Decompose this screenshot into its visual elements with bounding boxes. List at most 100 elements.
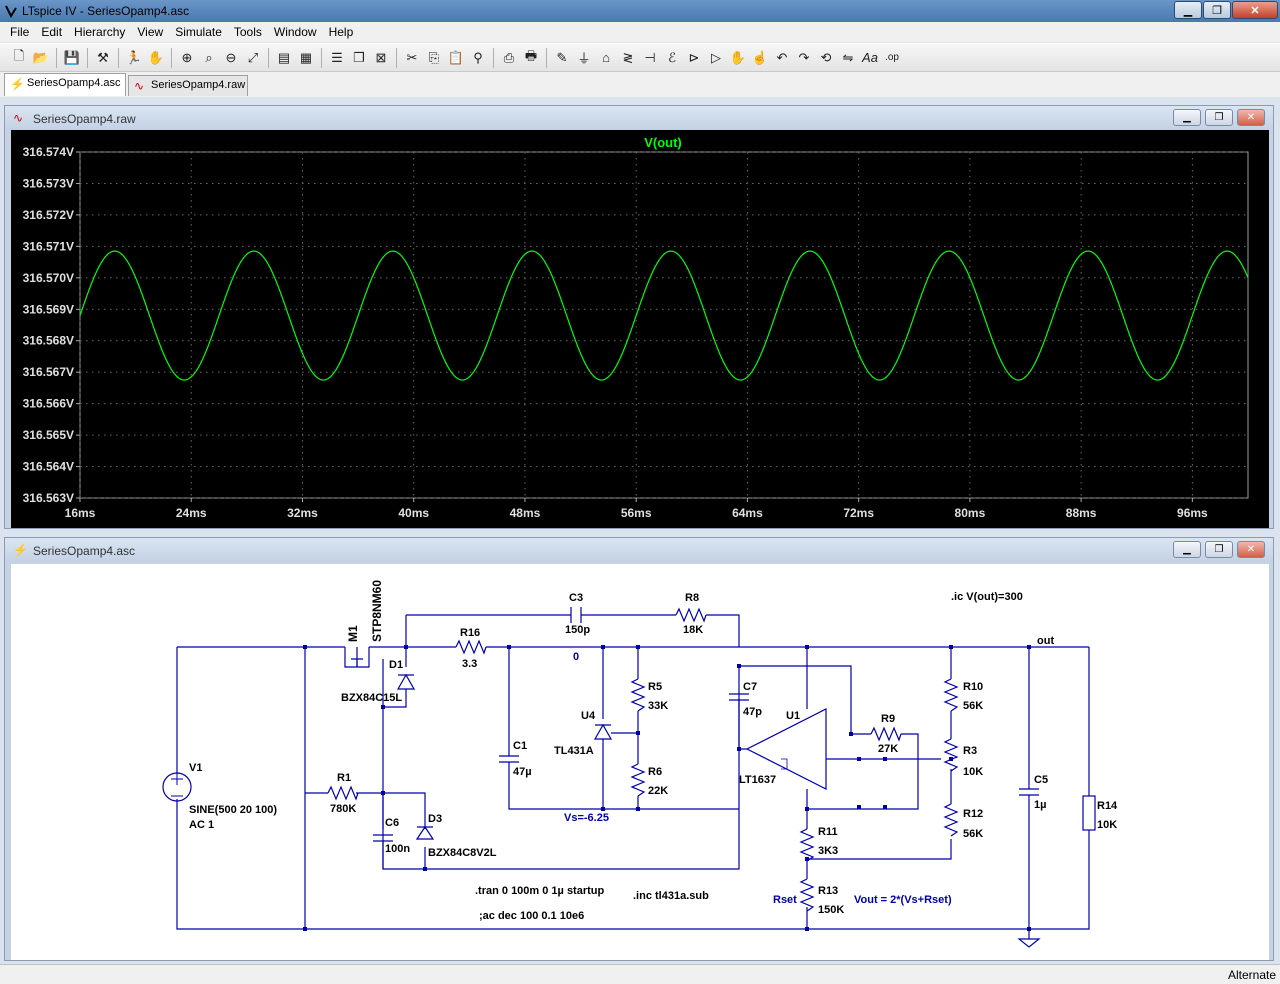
d3-label: D3 — [428, 813, 442, 825]
menu-tools[interactable]: Tools — [228, 25, 268, 39]
c5-capacitor-symbol[interactable] — [1019, 788, 1039, 796]
schematic-window: ⚡ SeriesOpamp4.asc ▁ ❐ ✕ .ic V(out)=300 … — [4, 537, 1274, 961]
print-icon[interactable]: 🖶 — [520, 47, 542, 69]
r8-value: 18K — [683, 624, 703, 636]
menu-view[interactable]: View — [131, 25, 169, 39]
tile-horizontal-icon[interactable]: ☰ — [326, 47, 348, 69]
minimize-button[interactable]: ▁ — [1174, 1, 1202, 19]
close-button[interactable]: ✕ — [1232, 1, 1278, 19]
control-panel-icon[interactable]: ⚒ — [92, 47, 114, 69]
open-icon[interactable]: 📂 — [30, 47, 52, 69]
trace-vout[interactable] — [79, 250, 1249, 381]
move-icon[interactable]: ✋ — [727, 47, 749, 69]
r16-resistor-symbol[interactable] — [455, 639, 487, 655]
r12-resistor-symbol[interactable] — [943, 803, 959, 837]
new-schematic-icon[interactable]: 🗋 — [8, 47, 30, 69]
save-icon[interactable]: 💾 — [61, 47, 83, 69]
menu-file[interactable]: File — [4, 25, 35, 39]
label-net-icon[interactable]: ⌂ — [595, 47, 617, 69]
schematic-close-button[interactable]: ✕ — [1237, 541, 1265, 558]
wire-icon[interactable]: ✎ — [551, 47, 573, 69]
run-icon[interactable]: 🏃 — [123, 47, 145, 69]
c3-capacitor-symbol[interactable] — [570, 607, 582, 623]
schematic-minimize-button[interactable]: ▁ — [1173, 541, 1201, 558]
y-tick-label: 316.565V — [23, 428, 74, 442]
tab-waveform[interactable]: ∿ SeriesOpamp4.raw — [128, 75, 248, 96]
print-setup-icon[interactable]: ⎙ — [498, 47, 520, 69]
ground-icon[interactable]: ⏚ — [573, 47, 595, 69]
capacitor-icon[interactable]: ⊣ — [639, 47, 661, 69]
delete-traces-icon[interactable]: ▦ — [295, 47, 317, 69]
paste-icon[interactable]: 📋 — [445, 47, 467, 69]
mirror-icon[interactable]: ⇋ — [837, 47, 859, 69]
menu-help[interactable]: Help — [323, 25, 360, 39]
waveform-minimize-button[interactable]: ▁ — [1173, 109, 1201, 126]
maximize-button[interactable]: ❐ — [1203, 1, 1231, 19]
rotate-icon[interactable]: ⟲ — [815, 47, 837, 69]
r6-resistor-symbol[interactable] — [630, 763, 646, 797]
tab-schematic[interactable]: ⚡ SeriesOpamp4.asc — [4, 73, 126, 96]
u4-tl431-symbol[interactable] — [593, 723, 613, 740]
ac-comment[interactable]: ;ac dec 100 0.1 10e6 — [479, 910, 584, 922]
tab-strip: ⚡ SeriesOpamp4.asc ∿ SeriesOpamp4.raw — [0, 72, 1280, 97]
redo-icon[interactable]: ↷ — [793, 47, 815, 69]
zoom-rect-icon[interactable]: ⌕ — [198, 47, 220, 69]
zoom-fit-icon[interactable]: ⤢ — [242, 47, 264, 69]
trace-label[interactable]: V(out) — [644, 135, 682, 150]
cut-icon[interactable]: ✂ — [401, 47, 423, 69]
waveform-close-button[interactable]: ✕ — [1237, 109, 1265, 126]
c5-value: 1µ — [1034, 799, 1046, 811]
c3-value: 150p — [565, 624, 590, 636]
r9-label: R9 — [881, 713, 895, 725]
c5-label: C5 — [1034, 774, 1048, 786]
menu-window[interactable]: Window — [268, 25, 323, 39]
schematic-restore-button[interactable]: ❐ — [1205, 541, 1233, 558]
waveform-window-titlebar: ∿ SeriesOpamp4.raw ▁ ❐ ✕ — [5, 106, 1273, 130]
r8-resistor-symbol[interactable] — [675, 607, 707, 623]
r1-resistor-symbol[interactable] — [327, 785, 359, 801]
r14-resistor-symbol[interactable] — [1082, 795, 1096, 831]
resistor-icon[interactable]: ≷ — [617, 47, 639, 69]
close-window-icon[interactable]: ⊠ — [370, 47, 392, 69]
spice-directive-icon[interactable]: .op — [881, 47, 903, 69]
r1-value: 780K — [330, 803, 356, 815]
r10-resistor-symbol[interactable] — [943, 678, 959, 712]
net-label-out[interactable]: out — [1037, 635, 1054, 647]
net-label-vs[interactable]: Vs=-6.25 — [564, 812, 609, 824]
inc-directive[interactable]: .inc tl431a.sub — [633, 890, 709, 902]
r11-resistor-symbol[interactable] — [799, 828, 815, 862]
menu-simulate[interactable]: Simulate — [169, 25, 228, 39]
comment-vout[interactable]: Vout = 2*(Vs+Rset) — [854, 894, 952, 906]
ic-directive[interactable]: .ic V(out)=300 — [951, 591, 1023, 603]
autorange-icon[interactable]: ▤ — [273, 47, 295, 69]
c1-value: 47µ — [513, 766, 532, 778]
inductor-icon[interactable]: ℰ — [661, 47, 683, 69]
r13-resistor-symbol[interactable] — [799, 878, 815, 912]
waveform-plot[interactable]: 316.574V 316.573V 316.572V 316.571V 316.570V… — [11, 130, 1269, 528]
d1-diode-symbol[interactable] — [396, 673, 416, 690]
zoom-out-icon[interactable]: ⊖ — [220, 47, 242, 69]
menu-edit[interactable]: Edit — [35, 25, 68, 39]
find-icon[interactable]: ⚲ — [467, 47, 489, 69]
halt-icon[interactable]: ✋ — [145, 47, 167, 69]
menu-hierarchy[interactable]: Hierarchy — [68, 25, 131, 39]
cascade-icon[interactable]: ❐ — [348, 47, 370, 69]
r3-potentiometer-symbol[interactable] — [943, 738, 959, 772]
c1-capacitor-symbol[interactable] — [499, 755, 519, 763]
r5-resistor-symbol[interactable] — [630, 678, 646, 712]
diode-icon[interactable]: ⊳ — [683, 47, 705, 69]
r9-resistor-symbol[interactable] — [870, 726, 902, 742]
net-label-zero[interactable]: 0 — [573, 651, 579, 663]
tran-directive[interactable]: .tran 0 100m 0 1µ startup — [475, 885, 605, 897]
window-title: LTspice IV - SeriesOpamp4.asc — [22, 4, 190, 18]
copy-icon[interactable]: ⎘ — [423, 47, 445, 69]
waveform-restore-button[interactable]: ❐ — [1205, 109, 1233, 126]
component-icon[interactable]: ▷ — [705, 47, 727, 69]
schematic-canvas[interactable]: .ic V(out)=300 out M1 STP8NM60 D1 BZX84C… — [11, 564, 1269, 960]
drag-icon[interactable]: ☝ — [749, 47, 771, 69]
undo-icon[interactable]: ↶ — [771, 47, 793, 69]
text-icon[interactable]: Aa — [859, 47, 881, 69]
zoom-in-icon[interactable]: ⊕ — [176, 47, 198, 69]
y-tick-label: 316.570V — [23, 271, 74, 285]
net-label-rset[interactable]: Rset — [773, 894, 797, 906]
